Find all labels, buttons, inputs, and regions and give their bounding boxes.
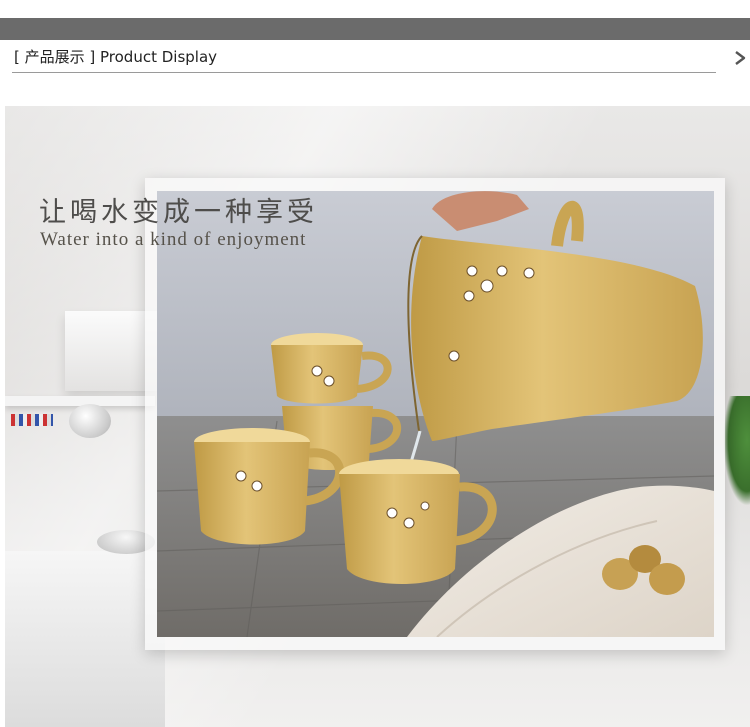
kitchen-counter	[5, 551, 165, 727]
shelf	[5, 396, 155, 406]
section-header: [ 产品展示 ] Product Display	[12, 44, 716, 73]
headline-chinese: 让喝水变成一种享受	[39, 197, 318, 228]
section-title: [ 产品展示 ] Product Display	[14, 48, 218, 66]
decor-sphere	[69, 404, 111, 438]
plant	[723, 396, 750, 506]
chevron-right-icon[interactable]	[733, 50, 747, 66]
product-photo	[157, 191, 714, 637]
headline-english: Water into a kind of enjoyment	[40, 229, 307, 250]
books	[11, 414, 53, 426]
top-bar	[0, 18, 750, 40]
